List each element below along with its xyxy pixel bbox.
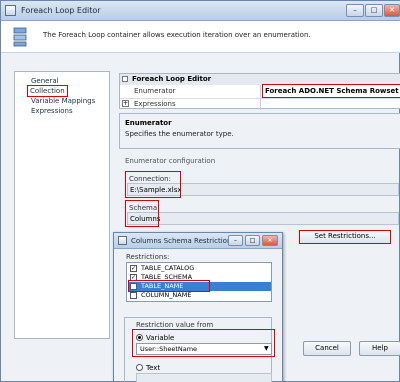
list-item[interactable]: COLUMN_NAME [129, 291, 271, 300]
header-banner: The Foreach Loop container allows execut… [1, 21, 400, 53]
property-description-panel: Enumerator Specifies the enumerator type… [119, 113, 400, 149]
property-category-label: Foreach Loop Editor [132, 75, 212, 83]
close-button[interactable]: ✕ [384, 4, 400, 17]
restriction-value-from-label: Restriction value from [136, 321, 214, 329]
schema-field[interactable]: Columns [127, 212, 399, 225]
table-name-highlight [128, 280, 210, 292]
grid-row-divider [120, 98, 400, 99]
help-button[interactable]: Help [359, 341, 400, 356]
restriction-name: TABLE_CATALOG [141, 264, 195, 272]
cancel-button[interactable]: Cancel [303, 341, 351, 356]
dialog-maximize-button[interactable]: □ [245, 235, 260, 246]
text-value-field[interactable] [136, 373, 272, 382]
property-grid: Foreach Loop Editor Enumerator Foreach A… [119, 73, 400, 110]
columns-schema-restrictions-dialog: Columns Schema Restrictions – □ ✕ Restri… [113, 232, 283, 382]
variable-select[interactable]: User::SheetName [136, 343, 272, 355]
chevron-down-icon[interactable]: ▼ [264, 345, 269, 352]
description-title: Enumerator [125, 119, 172, 127]
connection-highlight [125, 171, 181, 198]
dialog-title-bar[interactable]: Columns Schema Restrictions – □ ✕ [114, 233, 282, 249]
expressions-property-label[interactable]: Expressions [134, 100, 176, 108]
restrictions-list: ✓ TABLE_CATALOG ✓ TABLE_SCHEMA ✓ TABLE_N… [126, 262, 272, 302]
description-text: Specifies the enumerator type. [125, 130, 234, 138]
schema-highlight [125, 200, 159, 227]
text-radio[interactable] [136, 364, 143, 371]
foreach-container-icon [13, 27, 27, 47]
radio-selected-dot [138, 336, 141, 339]
nav-item-variable-mappings[interactable]: Variable Mappings [29, 96, 97, 106]
window-icon [5, 5, 16, 16]
window-title: Foreach Loop Editor [21, 6, 101, 15]
checkbox-table-catalog[interactable]: ✓ [130, 265, 137, 272]
title-bar[interactable]: Foreach Loop Editor – □ ✕ [1, 1, 400, 21]
dialog-icon [118, 236, 127, 245]
dialog-minimize-button[interactable]: – [228, 235, 243, 246]
enumerator-property-value[interactable]: Foreach ADO.NET Schema Rowset Enumerator [262, 84, 400, 98]
restriction-name: COLUMN_NAME [141, 291, 192, 299]
maximize-button[interactable]: □ [365, 4, 383, 17]
dialog-close-button[interactable]: ✕ [262, 235, 278, 246]
text-radio-label[interactable]: Text [146, 364, 160, 372]
nav-item-expressions[interactable]: Expressions [29, 106, 75, 116]
restrictions-label: Restrictions: [126, 253, 170, 261]
header-description: The Foreach Loop container allows execut… [43, 31, 311, 39]
enumerator-property-label: Enumerator [134, 87, 176, 95]
set-restrictions-button[interactable]: Set Restrictions... [299, 230, 391, 244]
minimize-button[interactable]: – [346, 4, 364, 17]
navigation-pane: General Collection Variable Mappings Exp… [14, 71, 110, 339]
dialog-title: Columns Schema Restrictions [131, 237, 236, 245]
variable-radio-label[interactable]: Variable [146, 334, 174, 342]
checkbox-column-name[interactable] [130, 292, 137, 299]
collapse-icon[interactable] [122, 76, 128, 82]
list-item[interactable]: ✓ TABLE_CATALOG [129, 264, 271, 273]
enumerator-configuration-label: Enumerator configuration [125, 157, 216, 165]
expand-icon[interactable]: + [122, 100, 129, 107]
